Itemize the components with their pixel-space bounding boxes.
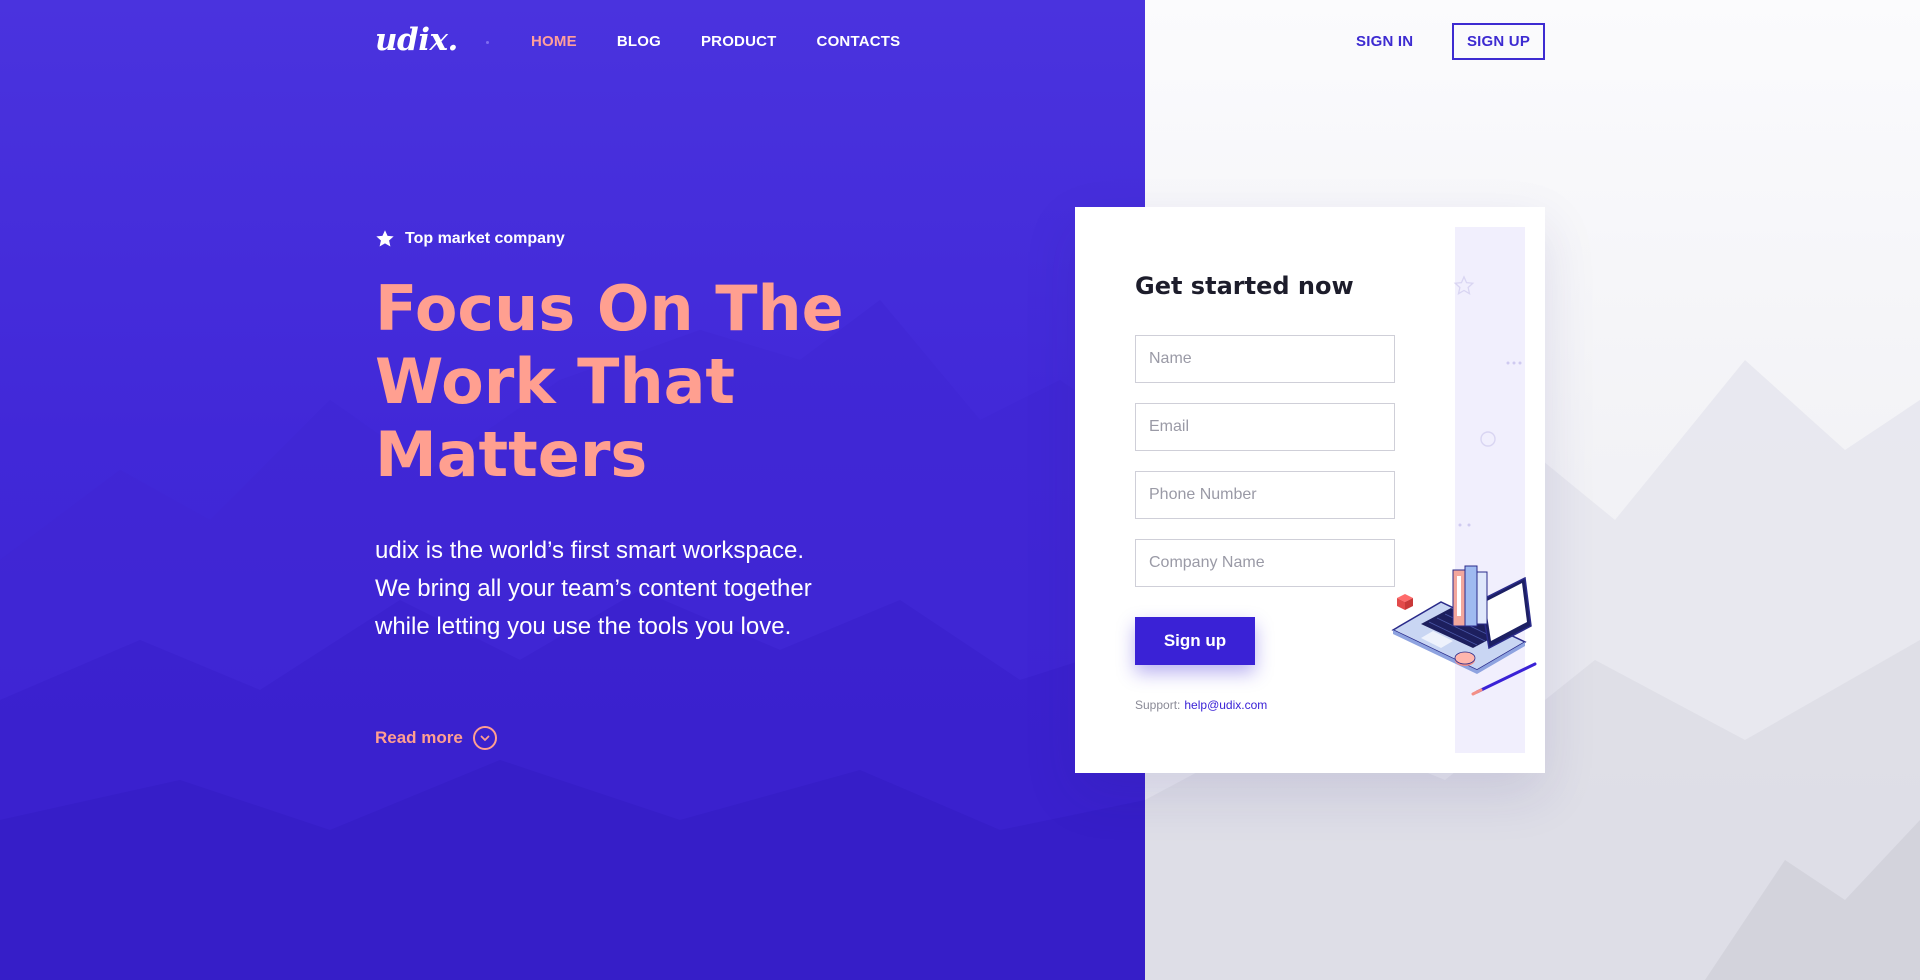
nav-item-contacts[interactable]: CONTACTS <box>817 33 901 50</box>
main-nav: HOME BLOG PRODUCT CONTACTS <box>531 33 940 50</box>
support-info: Support: help@udix.com <box>1135 698 1267 712</box>
description-line: while letting you use the tools you love… <box>375 613 792 640</box>
hero-description: udix is the world’s first smart workspac… <box>375 532 895 646</box>
badge-text: Top market company <box>405 230 565 247</box>
star-icon <box>376 230 394 247</box>
nav-separator-dot <box>486 41 489 44</box>
signup-card: Get started now Sign up Support:help@udi… <box>1075 207 1545 773</box>
company-badge: Top market company <box>375 229 565 249</box>
nav-item-home[interactable]: HOME <box>531 33 577 50</box>
dots-icon <box>1506 361 1522 365</box>
sign-up-button[interactable]: SIGN UP <box>1452 23 1545 60</box>
logo[interactable]: udix. <box>375 22 458 58</box>
chevron-down-circle-icon <box>472 726 497 750</box>
headline-line: Matters <box>375 418 648 491</box>
circle-outline-icon <box>1480 431 1496 447</box>
nav-item-product[interactable]: PRODUCT <box>701 33 777 50</box>
email-field[interactable] <box>1135 403 1395 451</box>
nav-item-blog[interactable]: BLOG <box>617 33 661 50</box>
phone-number-field[interactable] <box>1135 471 1395 519</box>
dots-icon <box>1458 523 1471 527</box>
laptop-books-illustration <box>1391 565 1537 696</box>
sign-in-link[interactable]: SIGN IN <box>1356 33 1413 50</box>
read-more-label: Read more <box>375 728 463 747</box>
form-sign-up-button[interactable]: Sign up <box>1135 617 1255 665</box>
name-field[interactable] <box>1135 335 1395 383</box>
form-title: Get started now <box>1135 272 1354 300</box>
read-more-link[interactable]: Read more <box>375 726 497 750</box>
description-line: We bring all your team’s content togethe… <box>375 575 812 602</box>
headline-line: Work That <box>375 345 736 418</box>
description-line: udix is the world’s first smart workspac… <box>375 537 805 564</box>
outline-star-icon <box>1453 275 1475 295</box>
support-email-link[interactable]: help@udix.com <box>1184 698 1267 712</box>
hero-headline: Focus On The Work That Matters <box>375 272 935 491</box>
support-label: Support: <box>1135 698 1181 712</box>
company-name-field[interactable] <box>1135 539 1395 587</box>
headline-line: Focus On The <box>375 272 844 345</box>
